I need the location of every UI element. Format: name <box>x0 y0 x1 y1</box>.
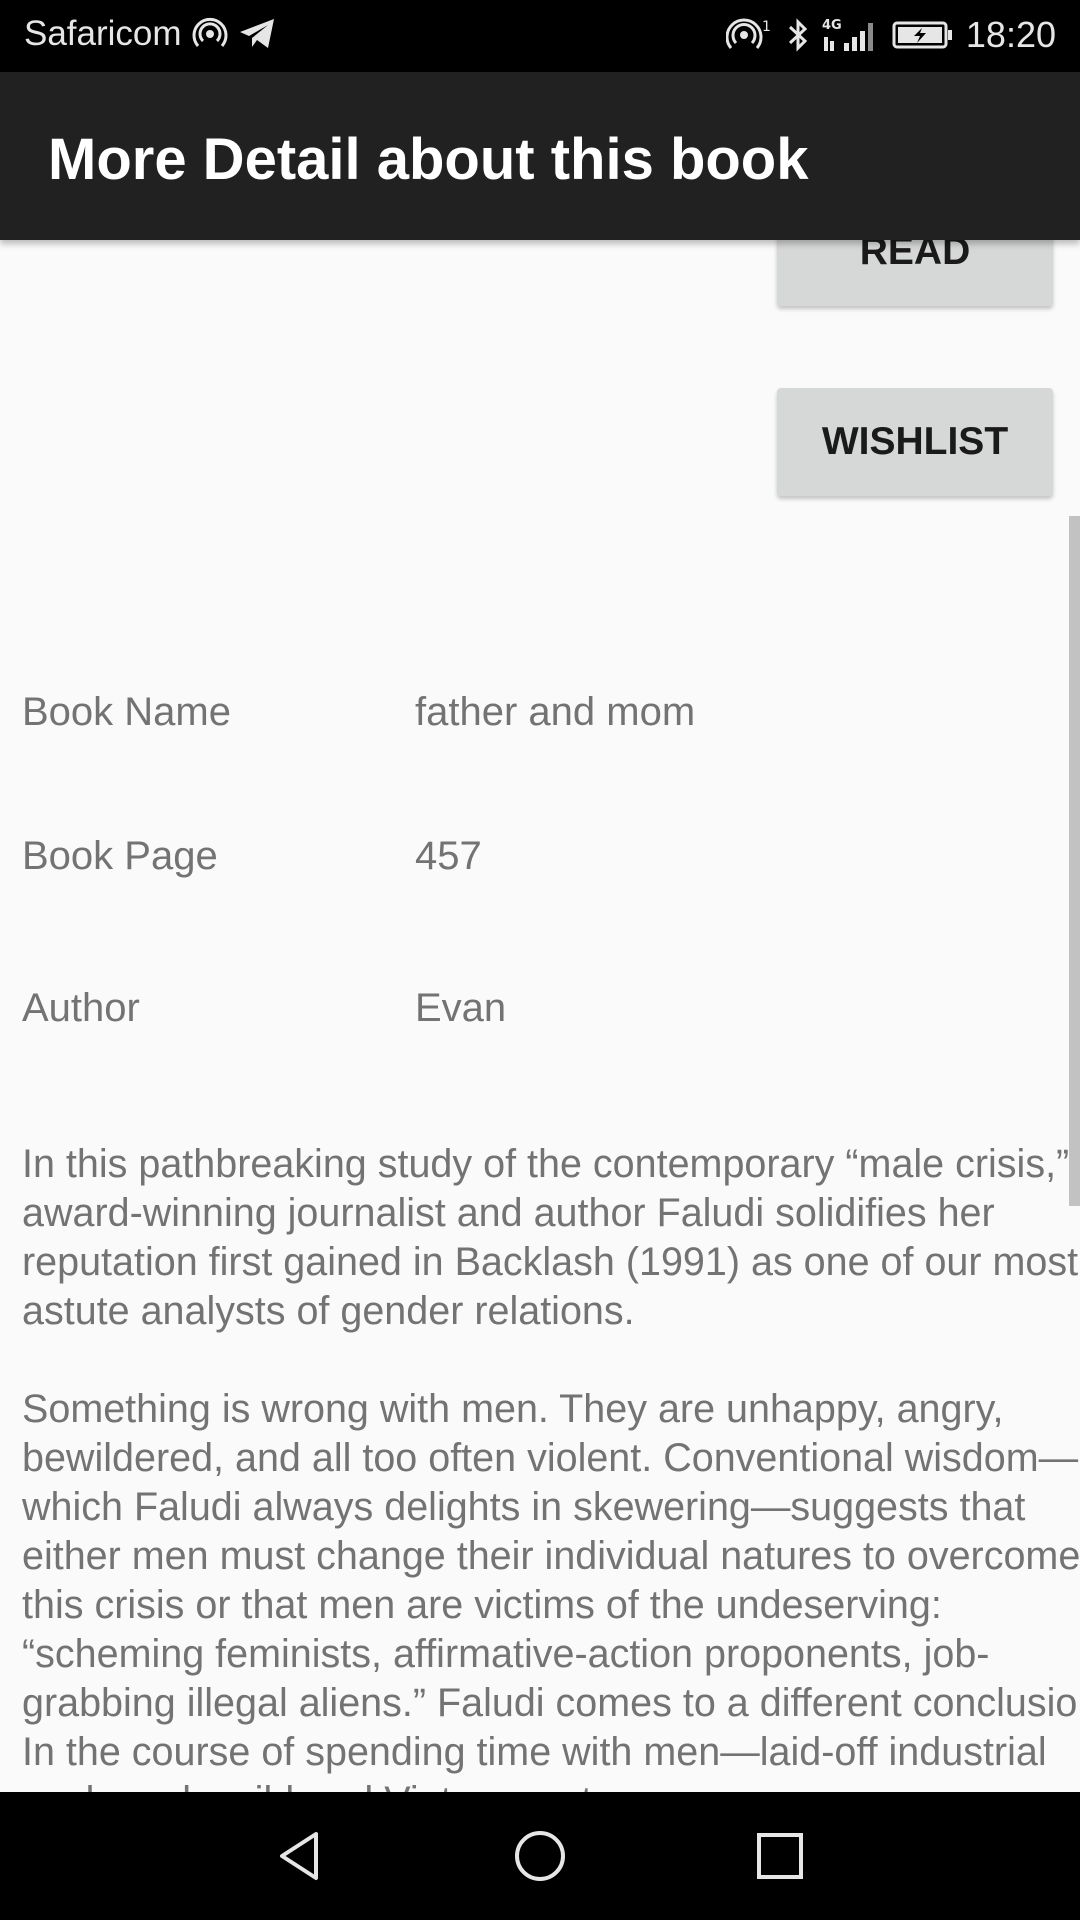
network-label: 4G <box>822 18 842 33</box>
book-name-value: father and mom <box>415 690 696 734</box>
screen: Safaricom 1 4G 18:20 More Detail about t… <box>0 0 1080 1920</box>
wishlist-button[interactable]: WISHLIST <box>777 388 1053 496</box>
sim-index: 1 <box>762 19 771 35</box>
navigation-bar <box>0 1792 1080 1920</box>
author-label: Author <box>22 986 140 1030</box>
author-value: Evan <box>415 986 507 1030</box>
book-description: In this pathbreaking study of the contem… <box>22 1140 1080 1792</box>
wifi-calling-icon: 1 <box>725 18 771 49</box>
read-button[interactable]: READ <box>777 240 1053 306</box>
status-left: Safaricom <box>24 14 278 54</box>
book-page-label: Book Page <box>22 834 218 878</box>
page-title: More Detail about this book <box>48 127 809 192</box>
status-bar: Safaricom 1 4G 18:20 <box>0 0 1080 72</box>
description-paragraph: Something is wrong with men. They are un… <box>22 1387 1080 1792</box>
signal-icon: 4G <box>822 18 873 51</box>
app-bar: More Detail about this book <box>0 72 1080 240</box>
battery-charging-icon <box>892 21 952 49</box>
home-icon[interactable] <box>510 1826 570 1886</box>
book-page-value: 457 <box>415 834 482 878</box>
clock: 18:20 <box>965 14 1056 55</box>
scrollbar[interactable] <box>1069 516 1080 1206</box>
hotspot-icon <box>192 17 228 47</box>
book-detail-content[interactable]: READ WISHLIST Book Name father and mom B… <box>0 240 1080 1792</box>
status-right: 1 4G 18:20 <box>725 14 1056 56</box>
bluetooth-icon <box>788 18 808 52</box>
carrier-name: Safaricom <box>24 14 182 53</box>
back-icon[interactable] <box>270 1826 330 1886</box>
book-name-label: Book Name <box>22 690 231 734</box>
description-paragraph: In this pathbreaking study of the contem… <box>22 1142 1079 1333</box>
telegram-icon <box>239 19 274 48</box>
recents-icon[interactable] <box>750 1826 810 1886</box>
